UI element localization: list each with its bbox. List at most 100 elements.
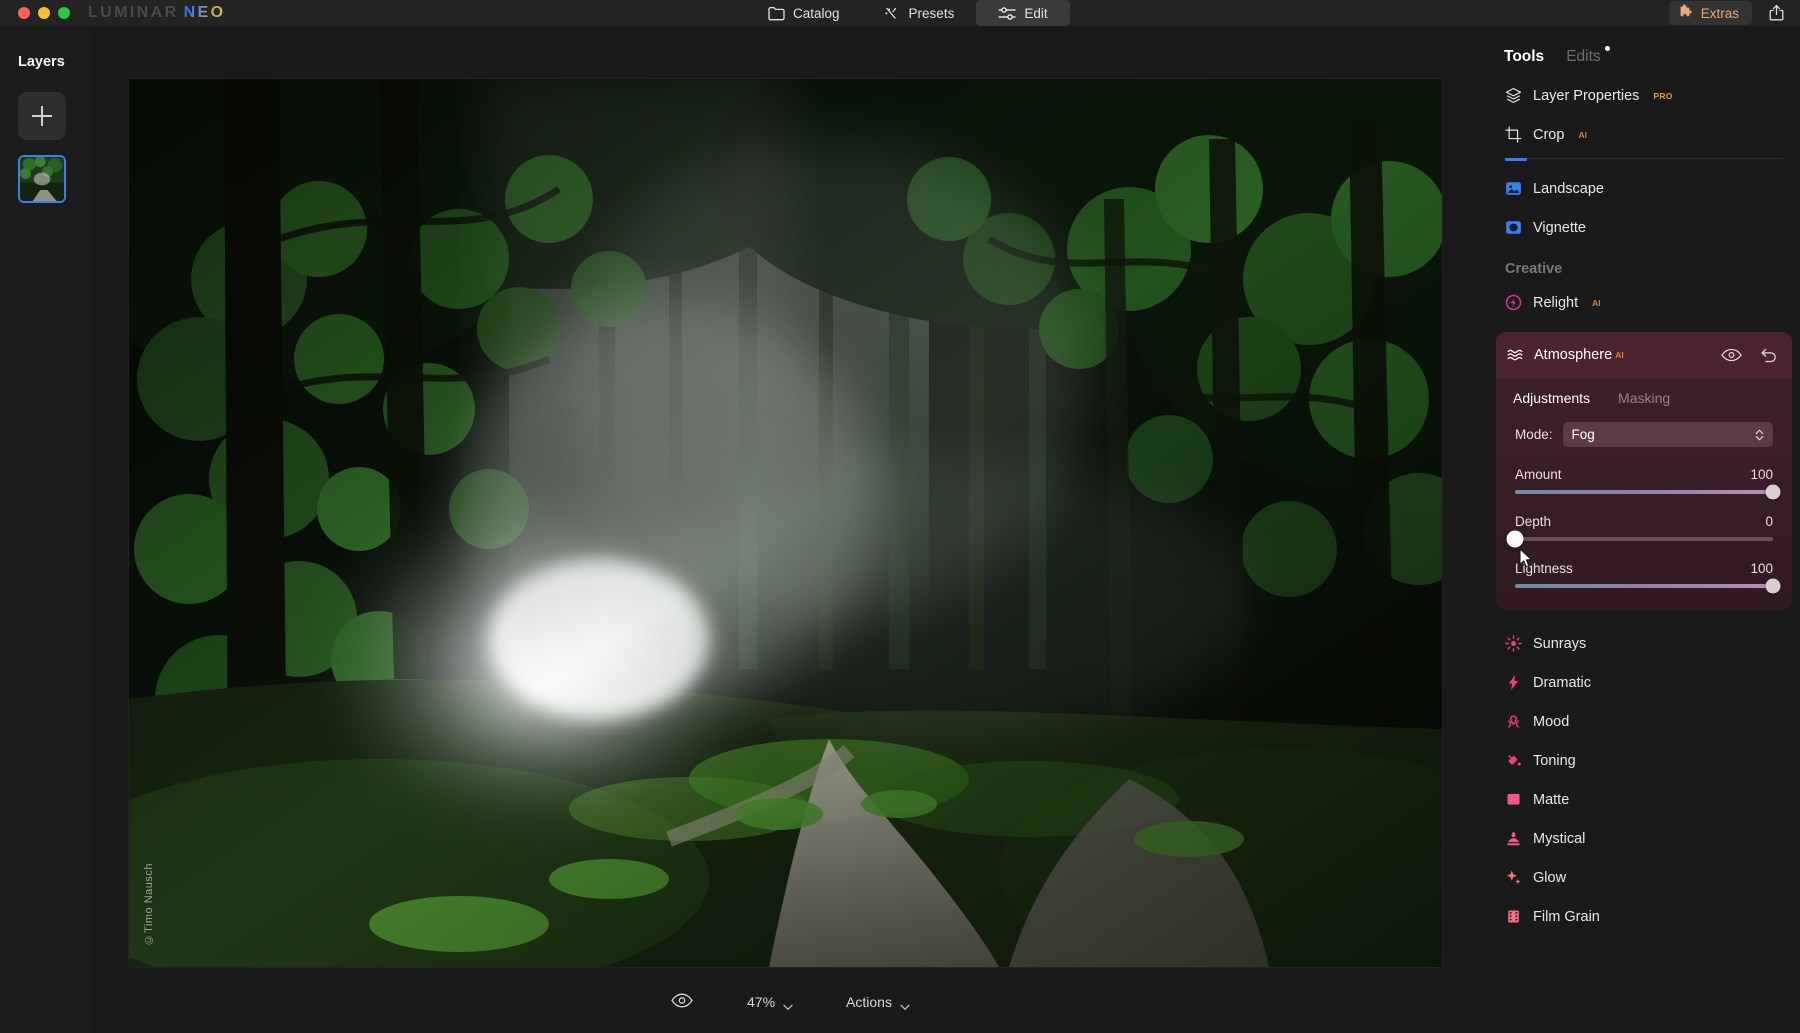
minimize-window-button[interactable]	[38, 7, 50, 19]
atmosphere-panel-header[interactable]: Atmosphere AI	[1496, 332, 1792, 378]
layer-thumbnail[interactable]	[18, 155, 66, 203]
mode-label: Mode:	[1515, 427, 1553, 442]
tool-crop-label: Crop	[1533, 126, 1565, 143]
atmosphere-panel: Atmosphere AI Adjustments Masking Mode: …	[1496, 332, 1792, 610]
slider-depth[interactable]: Depth 0	[1506, 514, 1773, 568]
app-logo: LUMINAR NEO	[88, 4, 225, 22]
tab-edit-label: Edit	[1024, 5, 1048, 21]
slider-amount-handle[interactable]	[1765, 484, 1781, 500]
slider-amount[interactable]: Amount 100	[1515, 467, 1781, 500]
actions-label: Actions	[846, 994, 892, 1010]
tab-edits[interactable]: Edits	[1566, 46, 1610, 66]
title-bar: LUMINAR NEO Catalog Presets Edit Extras	[0, 0, 1800, 26]
slider-depth-handle[interactable]	[1506, 530, 1524, 548]
window-controls[interactable]	[18, 7, 70, 19]
extras-button[interactable]: Extras	[1668, 1, 1752, 25]
tool-vignette[interactable]: Vignette	[1488, 208, 1800, 247]
pro-badge: PRO	[1653, 90, 1673, 101]
tool-relight-label: Relight	[1533, 294, 1579, 311]
zoom-level-dropdown[interactable]: 47%	[747, 994, 793, 1010]
canvas-area: ©Timo Nausch 47% Actions	[92, 26, 1488, 1033]
preview-toggle-button[interactable]	[671, 993, 693, 1011]
tool-dramatic[interactable]: Dramatic	[1488, 663, 1800, 702]
layers-sidebar: Layers	[0, 26, 92, 1033]
eye-icon	[671, 993, 693, 1011]
atmosphere-reset-button[interactable]	[1758, 345, 1779, 366]
slider-lightness-handle[interactable]	[1765, 578, 1781, 594]
mood-icon	[1505, 713, 1522, 730]
luminar-neo-window: LUMINAR NEO Catalog Presets Edit Extras …	[0, 0, 1800, 1033]
atmosphere-header-actions	[1721, 345, 1779, 366]
mode-select[interactable]: Fog	[1562, 422, 1773, 447]
atmosphere-visibility-toggle[interactable]	[1721, 345, 1742, 366]
photo-preview[interactable]: ©Timo Nausch	[129, 79, 1442, 967]
ai-badge: AI	[1615, 350, 1624, 360]
main-tabs: Catalog Presets Edit	[746, 0, 1070, 26]
chevron-updown-icon	[1754, 428, 1765, 442]
tool-toning[interactable]: Toning	[1488, 741, 1800, 780]
tool-mood[interactable]: Mood	[1488, 702, 1800, 741]
tool-crop[interactable]: Crop AI	[1488, 115, 1800, 154]
sunrays-icon	[1505, 635, 1522, 652]
tool-glow[interactable]: Glow	[1488, 858, 1800, 897]
atmosphere-tab-masking[interactable]: Masking	[1618, 390, 1670, 406]
tool-matte-label: Matte	[1533, 791, 1570, 808]
maximize-window-button[interactable]	[58, 7, 70, 19]
tools-panel-tabs: Tools Edits	[1488, 26, 1800, 66]
section-creative-label: Creative	[1505, 261, 1563, 277]
glow-sparkle-icon	[1505, 869, 1522, 886]
slider-amount-fill	[1515, 490, 1773, 494]
slider-lightness-fill	[1515, 584, 1773, 588]
tool-mystical-label: Mystical	[1533, 830, 1586, 847]
tab-catalog[interactable]: Catalog	[746, 0, 862, 26]
photo-watermark: ©Timo Nausch	[143, 862, 155, 945]
mouse-cursor	[1519, 548, 1534, 569]
add-layer-button[interactable]	[18, 92, 66, 140]
crop-icon	[1505, 126, 1522, 143]
presets-icon	[884, 6, 901, 21]
tool-sunrays-label: Sunrays	[1533, 635, 1587, 652]
atmosphere-title: Atmosphere	[1534, 347, 1613, 363]
tool-layer-properties-label: Layer Properties	[1533, 87, 1640, 104]
canvas-bottom-toolbar: 47% Actions	[92, 971, 1488, 1033]
waves-icon	[1507, 347, 1524, 364]
ai-badge: AI	[1592, 297, 1601, 308]
tool-mystical[interactable]: Mystical	[1488, 819, 1800, 858]
film-grain-icon	[1505, 908, 1522, 925]
slider-amount-value: 100	[1750, 467, 1773, 482]
tool-film-grain[interactable]: Film Grain	[1488, 897, 1800, 936]
slider-lightness[interactable]: Lightness 100	[1515, 561, 1781, 594]
slider-depth-track[interactable]	[1506, 530, 1773, 548]
slider-amount-label: Amount	[1515, 467, 1562, 482]
tab-presets[interactable]: Presets	[862, 0, 977, 26]
share-icon[interactable]	[1766, 3, 1786, 23]
tool-relight[interactable]: Relight AI	[1488, 283, 1800, 322]
close-window-button[interactable]	[18, 7, 30, 19]
tool-landscape[interactable]: Landscape	[1488, 169, 1800, 208]
atmosphere-tab-adjustments[interactable]: Adjustments	[1513, 390, 1590, 406]
tool-matte[interactable]: Matte	[1488, 780, 1800, 819]
slider-depth-label: Depth	[1515, 514, 1552, 529]
tools-panel: Tools Edits Layer Properties PRO Crop AI…	[1488, 26, 1800, 1033]
slider-amount-track[interactable]	[1515, 484, 1781, 500]
atmosphere-controls: Mode: Fog Amount 100 Depth 0 Lightness 1…	[1496, 416, 1792, 610]
tool-layer-properties[interactable]: Layer Properties PRO	[1488, 76, 1800, 115]
puzzle-piece-icon	[1679, 4, 1694, 22]
folder-icon	[768, 6, 785, 21]
dramatic-bolt-icon	[1505, 674, 1522, 691]
slider-lightness-track[interactable]	[1515, 578, 1781, 594]
tool-sunrays[interactable]: Sunrays	[1488, 624, 1800, 663]
actions-dropdown[interactable]: Actions	[846, 994, 910, 1010]
divider-line	[1505, 158, 1783, 159]
tool-toning-label: Toning	[1533, 752, 1576, 769]
tab-edit[interactable]: Edit	[976, 0, 1070, 26]
tab-tools[interactable]: Tools	[1504, 48, 1544, 66]
layer-thumbnail-image	[20, 157, 64, 201]
relight-icon	[1505, 294, 1522, 311]
slider-depth-value: 0	[1765, 514, 1773, 529]
layers-panel-title: Layers	[18, 54, 65, 70]
tab-catalog-label: Catalog	[793, 5, 840, 21]
tools-divider	[1488, 154, 1800, 169]
sliders-icon	[998, 6, 1016, 21]
edits-indicator-dot	[1604, 46, 1610, 51]
